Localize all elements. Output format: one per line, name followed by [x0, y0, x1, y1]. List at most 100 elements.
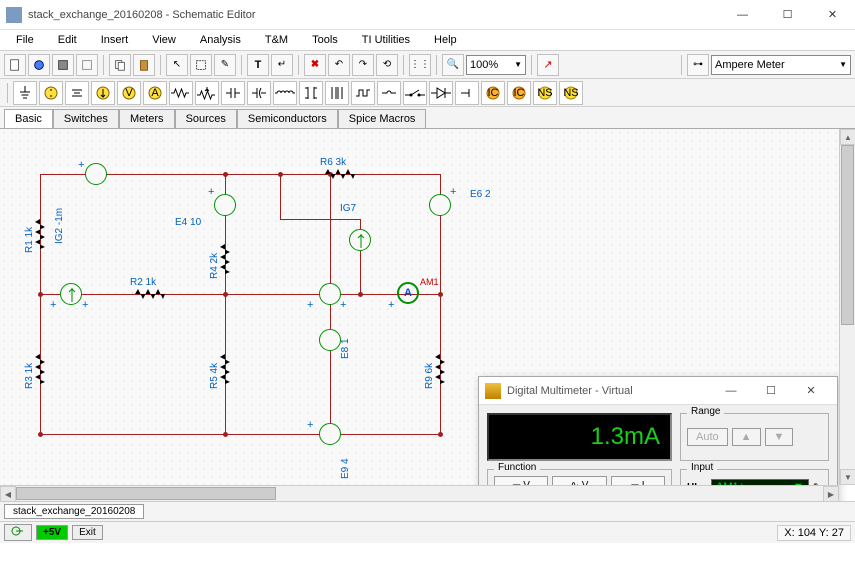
maximize-button[interactable]: ☐: [765, 0, 810, 30]
battery-icon[interactable]: [65, 81, 89, 105]
net-button[interactable]: ⊶: [687, 54, 709, 76]
resistor-icon[interactable]: [169, 81, 193, 105]
tab-semiconductors[interactable]: Semiconductors: [237, 109, 338, 129]
dmm-close[interactable]: ✕: [791, 384, 831, 397]
horizontal-scrollbar[interactable]: ◀ ▶: [0, 485, 839, 501]
grid-button[interactable]: ⋮⋮: [409, 54, 431, 76]
voltage-source-icon[interactable]: [39, 81, 63, 105]
ammeter-am1[interactable]: A: [397, 282, 419, 304]
run-indicator[interactable]: [4, 524, 32, 541]
digital-multimeter-window[interactable]: Digital Multimeter - Virtual — ☐ ✕ 1.3mA…: [478, 376, 838, 501]
port-icon[interactable]: [455, 81, 479, 105]
voltage-indicator[interactable]: +5V: [36, 525, 68, 540]
tab-spice[interactable]: Spice Macros: [338, 109, 427, 129]
range-up-button[interactable]: ▲: [732, 428, 761, 446]
menu-edit[interactable]: Edit: [48, 32, 87, 48]
delete-button[interactable]: ✖: [304, 54, 326, 76]
label-am1: AM1: [420, 277, 439, 287]
source-e6[interactable]: [429, 194, 451, 216]
ic-orange-icon[interactable]: IC: [481, 81, 505, 105]
source-ig2[interactable]: [60, 283, 82, 305]
ns-yellow-icon[interactable]: NS: [533, 81, 557, 105]
menu-tm[interactable]: T&M: [255, 32, 298, 48]
dmm-range-group: Range Auto ▲ ▼: [680, 413, 829, 461]
minimize-button[interactable]: —: [720, 0, 765, 30]
schematic-canvas[interactable]: A R1 1k R3 1k R2 1k R4 2k R5 4k R6 3k R9…: [0, 129, 839, 485]
new-button[interactable]: [4, 54, 26, 76]
status-bar: +5V Exit X: 104 Y: 27: [0, 521, 855, 543]
function-legend: Function: [494, 462, 540, 473]
transformer-icon[interactable]: [299, 81, 323, 105]
label-e9: E9 4: [340, 458, 351, 479]
copy-button[interactable]: [109, 54, 131, 76]
tab-switches[interactable]: Switches: [53, 109, 119, 129]
menu-view[interactable]: View: [142, 32, 186, 48]
svg-text:IC: IC: [488, 87, 499, 99]
exit-button[interactable]: Exit: [72, 525, 103, 540]
close-button[interactable]: ✕: [810, 0, 855, 30]
link-tool[interactable]: ↵: [271, 54, 293, 76]
tab-basic[interactable]: Basic: [4, 109, 53, 129]
dmm-titlebar[interactable]: Digital Multimeter - Virtual — ☐ ✕: [479, 377, 837, 405]
label-e4: E4 10: [175, 217, 201, 228]
menu-analysis[interactable]: Analysis: [190, 32, 251, 48]
dmm-maximize[interactable]: ☐: [751, 384, 791, 397]
source-top-left[interactable]: [85, 163, 107, 185]
paste-button[interactable]: [133, 54, 155, 76]
ic-orange2-icon[interactable]: IC: [507, 81, 531, 105]
rotate-button[interactable]: ⟲: [376, 54, 398, 76]
menu-file[interactable]: File: [6, 32, 44, 48]
close-file-button[interactable]: [76, 54, 98, 76]
jumper-icon[interactable]: [377, 81, 401, 105]
menu-help[interactable]: Help: [424, 32, 467, 48]
vertical-scrollbar[interactable]: ▲ ▼: [839, 129, 855, 485]
menu-insert[interactable]: Insert: [91, 32, 139, 48]
text-tool[interactable]: T: [247, 54, 269, 76]
redo-button[interactable]: ↷: [352, 54, 374, 76]
ground-icon[interactable]: [13, 81, 37, 105]
open-button[interactable]: [28, 54, 50, 76]
source-ig7[interactable]: [349, 229, 371, 251]
scroll-right-button[interactable]: ▶: [823, 486, 839, 501]
menu-ti[interactable]: TI Utilities: [352, 32, 420, 48]
current-source-icon[interactable]: [91, 81, 115, 105]
scroll-down-button[interactable]: ▼: [840, 469, 855, 485]
vmeter-icon[interactable]: V: [117, 81, 141, 105]
tab-sources[interactable]: Sources: [175, 109, 237, 129]
instrument-select[interactable]: Ampere Meter▼: [711, 55, 851, 75]
switch-icon[interactable]: [403, 81, 427, 105]
menu-tools[interactable]: Tools: [302, 32, 348, 48]
source-e8[interactable]: [319, 329, 341, 351]
source-mid[interactable]: [319, 283, 341, 305]
potentiometer-icon[interactable]: [195, 81, 219, 105]
ameter-icon[interactable]: A: [143, 81, 167, 105]
range-auto-button[interactable]: Auto: [687, 428, 728, 446]
source-e4[interactable]: [214, 194, 236, 216]
dmm-display: 1.3mA: [487, 413, 672, 461]
scroll-left-button[interactable]: ◀: [0, 486, 16, 501]
file-tab-bar: stack_exchange_20160208: [0, 501, 855, 521]
capacitor-icon[interactable]: [221, 81, 245, 105]
zoom-input[interactable]: 100%▼: [466, 55, 526, 75]
scroll-up-button[interactable]: ▲: [840, 129, 855, 145]
zoom-button[interactable]: 🔍: [442, 54, 464, 76]
range-down-button[interactable]: ▼: [765, 428, 794, 446]
label-e6: E6 2: [470, 189, 491, 200]
polar-cap-icon[interactable]: [247, 81, 271, 105]
inductor-icon[interactable]: [273, 81, 297, 105]
save-button[interactable]: [52, 54, 74, 76]
file-tab[interactable]: stack_exchange_20160208: [4, 504, 144, 519]
select-tool[interactable]: [190, 54, 212, 76]
ns-yellow2-icon[interactable]: NS: [559, 81, 583, 105]
coupled-inductor-icon[interactable]: [325, 81, 349, 105]
dmm-minimize[interactable]: —: [711, 385, 751, 397]
wire-tool[interactable]: ✎: [214, 54, 236, 76]
main-toolbar: ↖ ✎ T ↵ ✖ ↶ ↷ ⟲ ⋮⋮ 🔍 100%▼ ↗ ⊶ Ampere Me…: [0, 50, 855, 78]
pulse-source-icon[interactable]: [351, 81, 375, 105]
undo-button[interactable]: ↶: [328, 54, 350, 76]
diode-icon[interactable]: [429, 81, 453, 105]
source-e9[interactable]: [319, 423, 341, 445]
probe-button[interactable]: ↗: [537, 54, 559, 76]
tab-meters[interactable]: Meters: [119, 109, 175, 129]
pointer-tool[interactable]: ↖: [166, 54, 188, 76]
